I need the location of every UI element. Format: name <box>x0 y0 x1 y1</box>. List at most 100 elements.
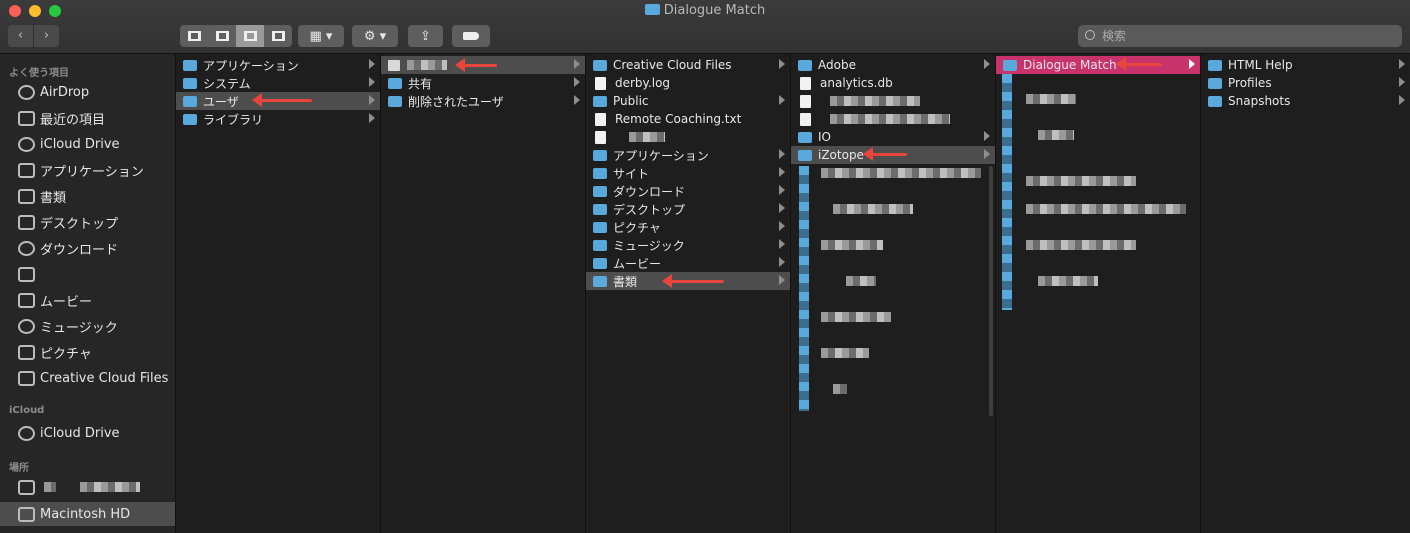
grid-icon: ▦ ▾ <box>309 28 333 44</box>
list-item[interactable] <box>791 110 995 128</box>
chevron-right-icon <box>779 95 785 105</box>
annotation-arrow <box>662 274 724 288</box>
list-item[interactable]: Snapshots <box>1201 92 1410 110</box>
redacted-text <box>629 132 665 142</box>
action-button[interactable]: ⚙ ▾ <box>352 25 398 47</box>
sidebar-item-recents[interactable]: 最近の項目 <box>0 106 175 130</box>
list-item[interactable]: デスクトップ <box>586 200 790 218</box>
chevron-right-icon <box>574 95 580 105</box>
sidebar-item-movies[interactable]: ムービー <box>0 288 175 312</box>
column-izotope: Dialogue Match <box>996 54 1201 533</box>
computer-icon <box>18 479 35 495</box>
sidebar-item-creative-cloud[interactable]: Creative Cloud Files <box>0 366 175 390</box>
list-item[interactable]: Adobe <box>791 56 995 74</box>
list-item[interactable]: システム <box>176 74 380 92</box>
document-icon <box>595 112 606 126</box>
airdrop-icon <box>18 84 35 100</box>
folder-icon <box>388 77 402 89</box>
sidebar-item-airdrop[interactable]: AirDrop <box>0 80 175 104</box>
nav-buttons: ‹ › <box>8 25 59 47</box>
group-button[interactable]: ▦ ▾ <box>298 25 344 47</box>
chevron-right-icon <box>984 131 990 141</box>
list-item[interactable]: ピクチャ <box>586 218 790 236</box>
sidebar-item-macintosh-hd[interactable]: Macintosh HD <box>0 502 175 526</box>
redacted-text <box>821 240 883 250</box>
sidebar-item-icloud-drive-2[interactable]: iCloud Drive <box>0 421 175 445</box>
list-item[interactable]: 共有 <box>381 74 585 92</box>
sidebar-item-home[interactable] <box>0 262 175 286</box>
column-root: アプリケーション システム ユーザ ライブラリ <box>176 54 381 533</box>
redacted-text <box>1038 130 1074 140</box>
list-item[interactable]: derby.log <box>586 74 790 92</box>
sidebar-item-desktop[interactable]: デスクトップ <box>0 210 175 234</box>
gallery-view-button[interactable] <box>264 25 292 47</box>
chevron-right-icon <box>779 167 785 177</box>
list-item[interactable]: IO <box>791 128 995 146</box>
home-icon <box>388 59 400 71</box>
list-item[interactable]: analytics.db <box>791 74 995 92</box>
scrollbar[interactable] <box>989 166 993 416</box>
list-item[interactable]: ムービー <box>586 254 790 272</box>
music-icon <box>18 318 35 334</box>
list-item[interactable] <box>791 92 995 110</box>
list-item[interactable]: ライブラリ <box>176 110 380 128</box>
redacted-text <box>1026 240 1136 250</box>
icloud-header: iCloud <box>9 405 45 416</box>
list-item[interactable]: Creative Cloud Files <box>586 56 790 74</box>
search-icon <box>1085 30 1095 40</box>
folder-icon <box>593 239 607 251</box>
folder-icon <box>593 167 607 179</box>
list-item[interactable]: Profiles <box>1201 74 1410 92</box>
list-item[interactable]: HTML Help <box>1201 56 1410 74</box>
folder-icon <box>798 149 812 161</box>
icon-view-button[interactable] <box>180 25 208 47</box>
desktop-icon <box>18 214 35 230</box>
sidebar-item-computer[interactable] <box>0 475 175 499</box>
sidebar-item-applications[interactable]: アプリケーション <box>0 158 175 182</box>
tag-icon <box>463 32 479 40</box>
sidebar-item-music[interactable]: ミュージック <box>0 314 175 338</box>
column-view-button[interactable] <box>236 25 264 47</box>
redacted-text <box>407 60 447 70</box>
list-item[interactable]: Remote Coaching.txt <box>586 110 790 128</box>
sidebar-item-pictures[interactable]: ピクチャ <box>0 340 175 364</box>
folder-icon <box>593 257 607 269</box>
chevron-right-icon <box>1189 59 1195 69</box>
column-home: Creative Cloud Files derby.log Public Re… <box>586 54 791 533</box>
list-item[interactable]: Dialogue Match <box>996 56 1200 74</box>
annotation-arrow <box>863 147 907 161</box>
folder-icon <box>798 59 812 71</box>
document-icon <box>18 188 35 204</box>
list-item[interactable]: サイト <box>586 164 790 182</box>
disk-icon <box>18 506 35 522</box>
list-item[interactable]: ダウンロード <box>586 182 790 200</box>
chevron-right-icon <box>369 95 375 105</box>
cloud-icon <box>18 425 35 441</box>
list-item[interactable]: アプリケーション <box>176 56 380 74</box>
tag-button[interactable] <box>452 25 490 47</box>
list-item[interactable]: Public <box>586 92 790 110</box>
columns-icon <box>243 31 257 41</box>
sidebar-item-downloads[interactable]: ダウンロード <box>0 236 175 260</box>
folder-icon <box>18 370 35 386</box>
chevron-right-icon <box>984 149 990 159</box>
folder-icon <box>1208 95 1222 107</box>
chevron-right-icon <box>779 221 785 231</box>
list-item[interactable]: ミュージック <box>586 236 790 254</box>
share-button[interactable]: ⇪ <box>408 25 443 47</box>
sidebar-item-documents[interactable]: 書類 <box>0 184 175 208</box>
sidebar-item-icloud-drive[interactable]: iCloud Drive <box>0 132 175 156</box>
grid-icon <box>187 31 201 41</box>
folder-icon <box>644 4 660 15</box>
search-input[interactable]: 検索 <box>1078 25 1402 47</box>
annotation-arrow <box>252 93 312 107</box>
list-item[interactable]: アプリケーション <box>586 146 790 164</box>
list-item[interactable]: 削除されたユーザ <box>381 92 585 110</box>
folder-icon <box>798 131 812 143</box>
list-item[interactable] <box>586 128 790 146</box>
back-button[interactable]: ‹ <box>8 25 33 47</box>
list-view-button[interactable] <box>208 25 236 47</box>
column-dialogue-match: HTML Help Profiles Snapshots <box>1201 54 1410 533</box>
forward-button[interactable]: › <box>33 25 59 47</box>
redacted-file-icons <box>1002 74 1012 310</box>
